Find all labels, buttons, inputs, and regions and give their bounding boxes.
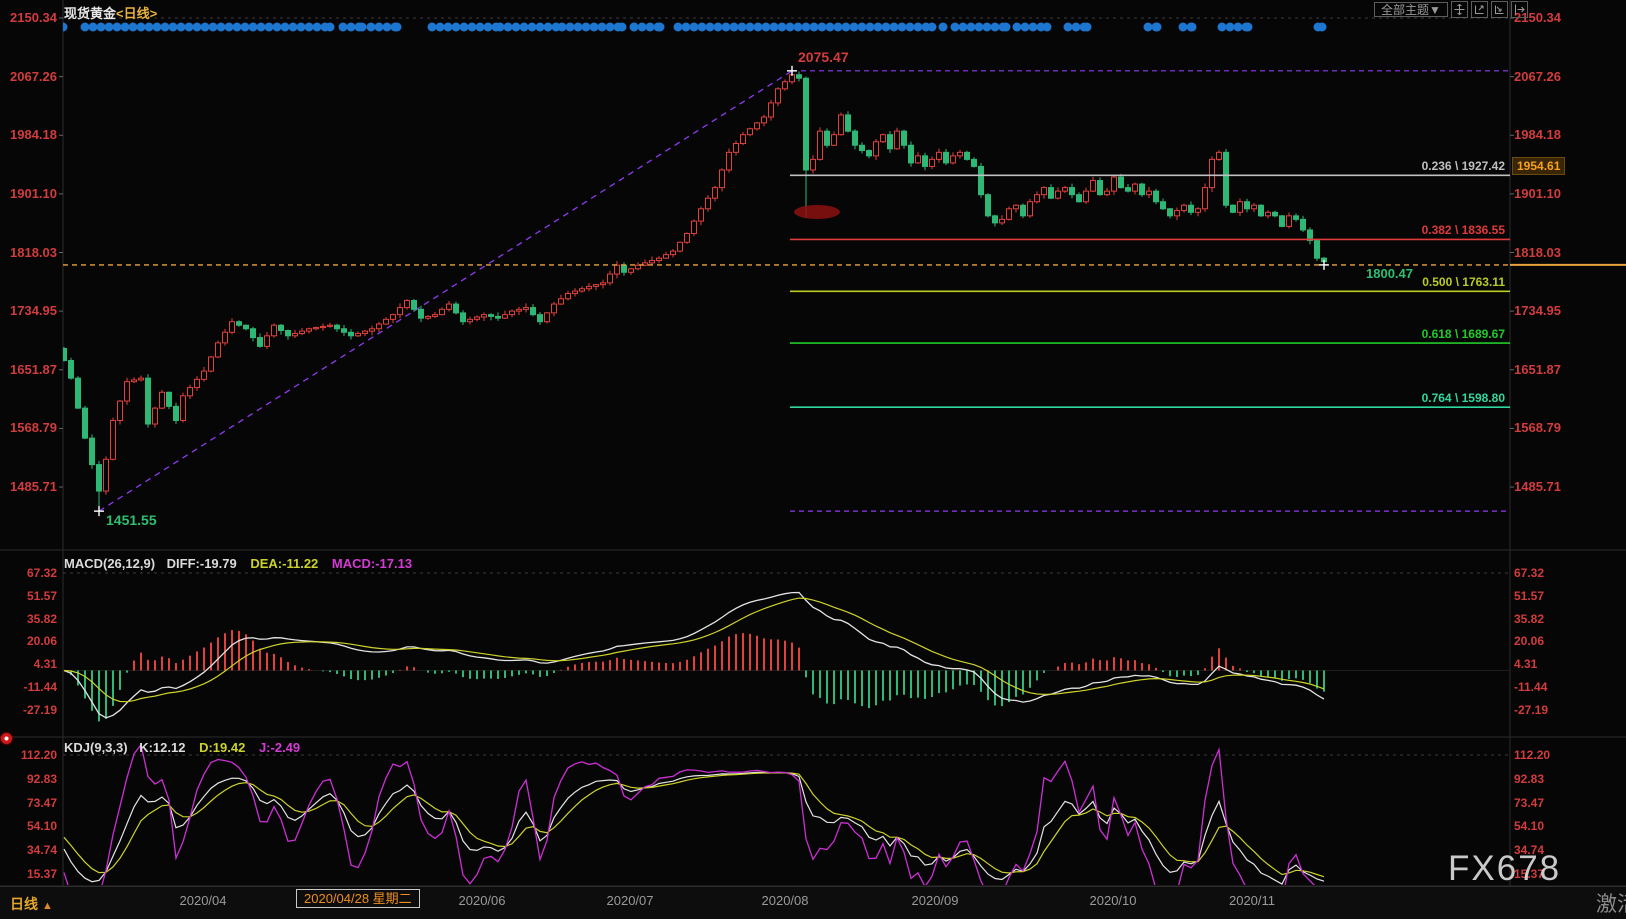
axis-tick-label: 1651.87 [1514, 361, 1561, 377]
axis-tick-label: -11.44 [1514, 680, 1548, 694]
axis-tick-label: 1734.95 [10, 303, 57, 319]
axis-tick-label: 35.82 [1514, 611, 1545, 626]
period-tag: <日线> [116, 6, 158, 21]
scale-axis-right-icon[interactable] [1490, 1, 1508, 18]
macd-title: MACD(26,12,9) [64, 556, 156, 571]
axis-tick-label: 1984.18 [1514, 127, 1561, 143]
axis-tick-label: 112.20 [20, 748, 57, 762]
axis-tick-label: -11.44 [23, 680, 57, 694]
kdj-indicator-header: KDJ(9,3,3) K:12.12 D:19.42 J:-2.49 [64, 740, 300, 755]
axis-tick-label: 2150.34 [10, 10, 57, 25]
axis-tick-label: 92.83 [26, 771, 57, 786]
fib-level-label: 0.236 \ 1927.42 [1421, 159, 1505, 174]
fib-level-label: 0.500 \ 1763.11 [1422, 275, 1505, 290]
axis-tick-label: 73.47 [1514, 795, 1545, 810]
macd-dea-value: DEA:-11.22 [250, 556, 319, 571]
partial-watermark-text: 激活 [1596, 893, 1626, 916]
axis-tick-label: 73.47 [26, 795, 57, 810]
axis-tick-label: 2067.26 [10, 68, 57, 84]
axis-tick-label: 1901.10 [1514, 185, 1561, 201]
main-price-panel[interactable] [59, 22, 1511, 512]
fib-level-label: 0.764 \ 1598.80 [1421, 391, 1505, 406]
last-price-label: 1800.47 [1366, 266, 1413, 281]
axis-tick-label: 112.20 [1514, 748, 1551, 762]
symbol-title: 现货黄金<日线> [64, 3, 157, 23]
axis-tick-label: 51.57 [1514, 588, 1545, 603]
swing-low-label: 1451.55 [106, 512, 157, 528]
move-icon[interactable] [1450, 1, 1468, 18]
scale-axis-left-icon[interactable] [1470, 1, 1488, 18]
price-alert-flag: 1954.61 [1512, 157, 1566, 175]
swing-high-label: 2075.47 [798, 49, 849, 65]
macd-indicator-header: MACD(26,12,9) DIFF:-19.79 DEA:-11.22 MAC… [64, 556, 412, 571]
fib-level-label: 0.382 \ 1836.55 [1421, 223, 1505, 238]
kdj-d-value: D:19.42 [199, 740, 246, 755]
chart-canvas[interactable] [0, 0, 1626, 919]
axis-tick-label: 54.10 [26, 819, 57, 834]
axis-tick-label: 67.32 [1514, 566, 1545, 580]
axis-tick-label: 2067.26 [1514, 68, 1561, 84]
kdj-title: KDJ(9,3,3) [64, 740, 128, 755]
x-axis-label: 2020/10 [1089, 893, 1137, 908]
event-dots[interactable] [59, 22, 1327, 32]
axis-tick-label: 1568.79 [10, 420, 57, 436]
axis-tick-label: 20.06 [26, 634, 57, 649]
symbol-name: 现货黄金 [64, 6, 117, 21]
pan-right-icon[interactable] [1510, 1, 1528, 18]
axis-tick-label: -27.19 [1514, 702, 1549, 717]
axis-tick-label: 20.06 [1514, 634, 1545, 649]
axis-tick-label: 51.57 [26, 588, 57, 603]
trading-app-window: 现货黄金<日线> 全部主题▼ 1954.61 2075.47 1451.55 1… [0, 0, 1626, 919]
axis-tick-label: 1485.71 [1514, 479, 1561, 495]
axis-tick-label: 1818.03 [10, 244, 57, 260]
axis-tick-label: 1734.95 [1514, 303, 1561, 319]
top-toolbar: 全部主题▼ [1374, 1, 1528, 18]
macd-diff-value: DIFF:-19.79 [166, 556, 237, 571]
period-selector-label: 日线 [10, 896, 38, 912]
axis-tick-label: 1984.18 [10, 127, 57, 143]
axis-tick-label: 67.32 [26, 566, 57, 580]
axis-tick-label: 4.31 [33, 657, 57, 672]
axis-tick-label: 92.83 [1514, 771, 1545, 786]
x-axis-label: 2020/08 [761, 893, 809, 908]
brand-watermark: FX678 [1448, 849, 1562, 888]
axis-tick-label: 34.74 [26, 843, 57, 858]
theme-dropdown-button[interactable]: 全部主题▼ [1374, 2, 1448, 17]
axis-tick-label: 1485.71 [10, 479, 57, 495]
chart-grid [0, 0, 1626, 892]
kdj-j-value: J:-2.49 [258, 740, 301, 755]
axis-tick-label: 1651.87 [10, 361, 57, 377]
axis-tick-label: 1568.79 [1514, 420, 1561, 436]
kdj-k-value: K:12.12 [139, 740, 186, 755]
indicator-settings-icon[interactable] [1, 733, 12, 744]
axis-tick-label: 15.37 [26, 867, 57, 881]
axis-tick-label: 4.31 [1514, 657, 1538, 672]
axis-tick-label: 54.10 [1514, 819, 1545, 834]
period-selector[interactable]: 日线 ▲ [10, 894, 53, 914]
axis-tick-label: -27.19 [22, 702, 57, 717]
x-axis-label: 2020/09 [911, 893, 959, 908]
fib-level-label: 0.618 \ 1689.67 [1421, 327, 1505, 342]
x-axis-label: 2020/07 [606, 893, 654, 908]
axis-tick-label: 1818.03 [1514, 244, 1561, 260]
crosshair-date-box: 2020/04/28 星期二 [296, 889, 420, 908]
macd-panel[interactable] [63, 591, 1325, 722]
axis-tick-label: 35.82 [26, 611, 57, 626]
period-up-arrow-icon: ▲ [42, 900, 53, 912]
x-axis-label: 2020/11 [1228, 893, 1276, 908]
x-axis-label: 2020/04 [179, 893, 227, 908]
x-axis-label: 2020/06 [458, 893, 506, 908]
axis-tick-label: 1901.10 [10, 185, 57, 201]
macd-macd-value: MACD:-17.13 [331, 556, 413, 571]
